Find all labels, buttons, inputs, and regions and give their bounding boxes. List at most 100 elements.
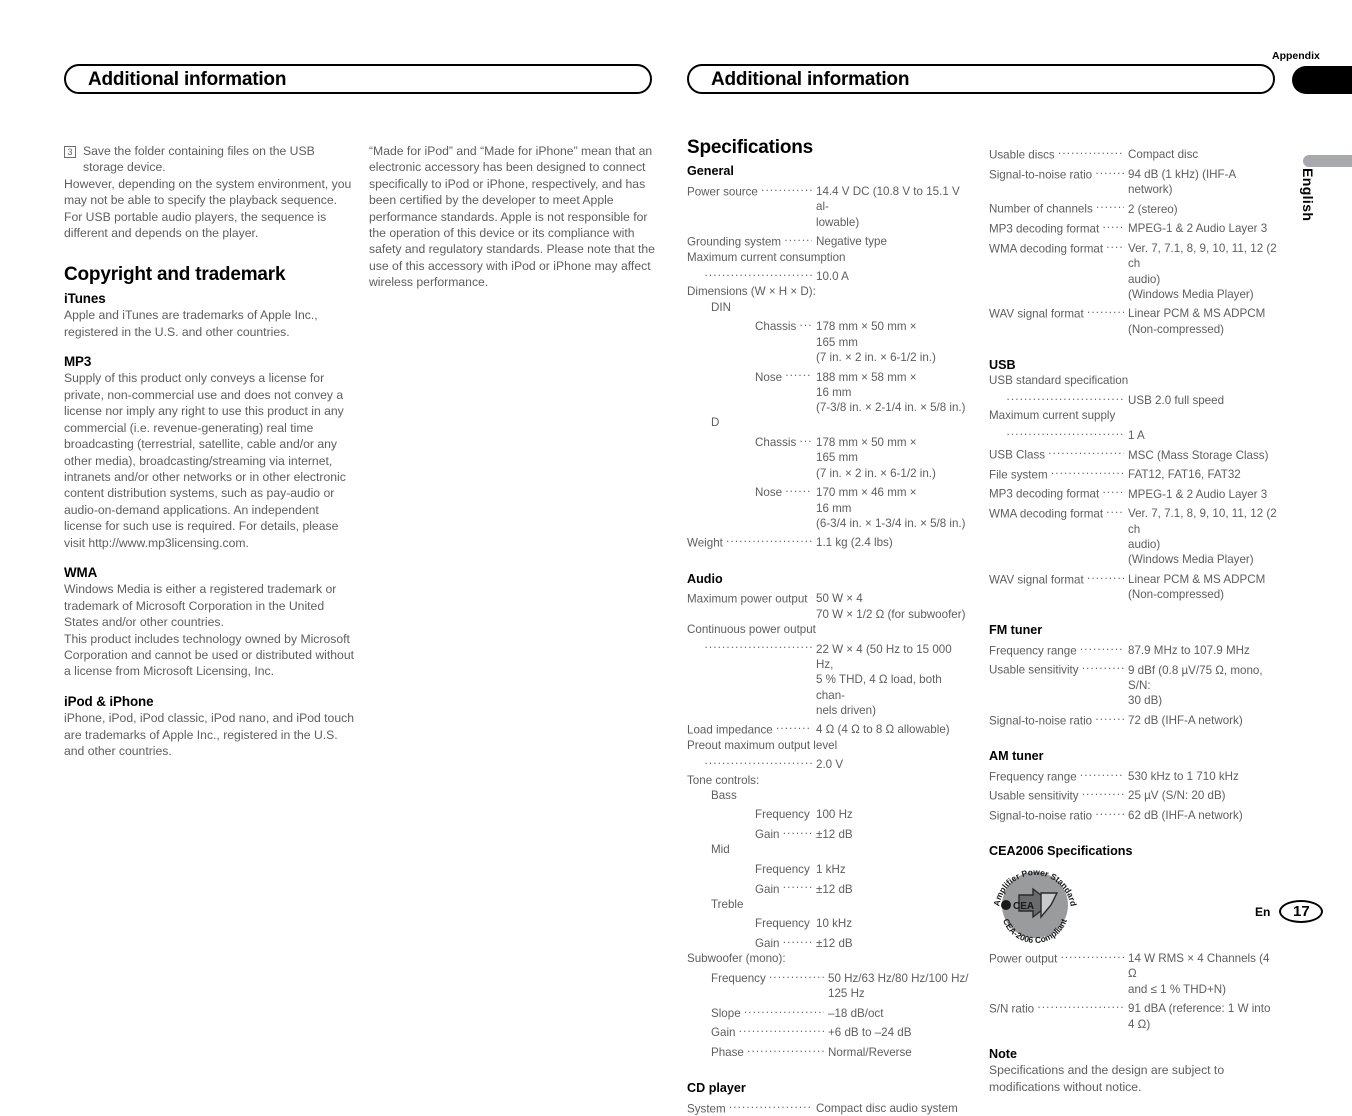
spec-label: Gain (755, 828, 780, 842)
dot-leader: ..... (1106, 237, 1124, 251)
spec-label: Frequency (755, 917, 810, 931)
spec-value: 10.0 A (816, 270, 849, 284)
spec-value-cont: 165 mm (816, 335, 858, 349)
spec-row-cont: (7 in. × 2 in. × 6-1/2 in.) (687, 466, 972, 481)
spec-value: 2.0 V (816, 758, 844, 772)
spec-row: Signal-to-noise ratio ......... 62 dB (I… (989, 804, 1279, 824)
spec-label-standalone: Preout maximum output level (687, 738, 838, 752)
spec-label: Chassis (755, 436, 797, 450)
spec-label: Power source (687, 185, 758, 199)
spec-label: WMA decoding format (989, 507, 1104, 521)
note-body: Specifications and the design are subjec… (989, 1063, 1225, 1094)
spec-row: .................................. 2.0 V (687, 753, 972, 773)
spec-label-din: DIN (711, 300, 731, 314)
spec-value-cont: 4 Ω) (1128, 1017, 1151, 1031)
subsection-body-ipod-iphone: iPhone, iPod, iPod classic, iPod nano, a… (64, 711, 354, 758)
dot-leader: ................. (782, 932, 812, 946)
spec-value: MSC (Mass Storage Class) (1128, 448, 1269, 462)
side-language-label: English (1300, 168, 1316, 222)
spec-row: WAV signal format ........... Linear PCM… (989, 302, 1279, 322)
dot-leader: ................................... (1006, 424, 1124, 438)
spec-label: USB Class (989, 448, 1046, 462)
section-title-copyright: Copyright and trademark (64, 264, 286, 286)
subsection-title-itunes: iTunes (64, 290, 106, 306)
spec-value: Ver. 7, 7.1, 8, 9, 10, 11, 12 (2 ch (1128, 241, 1277, 271)
column-three: Specifications General Power source ....… (687, 137, 972, 1116)
column-two: “Made for iPod” and “Made for iPhone” me… (369, 143, 659, 291)
spec-row: MP3 decoding format ...... MPEG-1 & 2 Au… (989, 482, 1279, 502)
spec-value: ±12 dB (816, 937, 853, 951)
spec-row: Slope ....................... –18 dB/oct (687, 1002, 972, 1022)
spec-value: 50 Hz/63 Hz/80 Hz/100 Hz/ (828, 971, 969, 985)
dot-leader: ............................ (726, 532, 812, 546)
spec-row: Gain ................. ±12 dB (687, 877, 972, 897)
spec-label: System (687, 1102, 726, 1115)
paragraph-usb-players: For USB portable audio players, the sequ… (64, 209, 327, 241)
page-header-left: Additional information (64, 64, 652, 94)
spec-row-cont: 70 W × 1/2 Ω (for subwoofer) (687, 607, 972, 622)
spec-table-cd-player: System ........................... Compa… (687, 1097, 972, 1116)
spec-label-tone-controls: Tone controls: (687, 773, 760, 787)
spec-group-general: General (687, 164, 734, 179)
spec-row-cont: and ≤ 1 % THD+N) (989, 982, 1279, 997)
spec-label-d: D (711, 416, 720, 430)
spec-label-standalone: USB standard specification (989, 374, 1129, 388)
spec-value: 72 dB (IHF-A network) (1128, 713, 1243, 727)
dot-leader: .................................. (704, 638, 812, 652)
dot-leader: ............ (1081, 785, 1124, 799)
spec-value: 188 mm × 58 mm × (816, 370, 917, 384)
spec-row-cont: lowable) (687, 215, 972, 230)
spec-row: USB Class ........................ MSC (… (989, 443, 1279, 463)
language-tab-marker (1303, 155, 1352, 167)
spec-value: 1 kHz (816, 862, 846, 876)
dot-leader: ................. (782, 878, 812, 892)
manual-page: Additional information Additional inform… (0, 0, 1352, 1115)
spec-value: ±12 dB (816, 882, 853, 896)
dot-leader: .............. (1079, 765, 1124, 779)
spec-row-cont: (7-3/8 in. × 2-1/4 in. × 5/8 in.) (687, 400, 972, 415)
spec-group-cea2006: CEA2006 Specifications (989, 844, 1133, 859)
spec-row-cont: 165 mm (687, 335, 972, 350)
spec-label: Usable discs (989, 148, 1055, 162)
spec-row: MP3 decoding format ...... MPEG-1 & 2 Au… (989, 217, 1279, 237)
spec-row: Load impedance ............. 4 Ω (4 Ω to… (687, 718, 972, 738)
dot-leader: ................. (782, 823, 812, 837)
dot-leader: ................ (785, 366, 812, 380)
spec-label: Number of channels (989, 202, 1093, 216)
spec-label-treble: Treble (711, 897, 744, 911)
spec-label: Gain (711, 1026, 736, 1040)
dot-leader: ....................... (743, 1002, 824, 1016)
header-right-title: Additional information (711, 69, 910, 90)
spec-row: Gain ................. ±12 dB (687, 823, 972, 843)
spec-row-cont: 125 Hz (687, 986, 972, 1001)
spec-label: Frequency range (989, 769, 1077, 783)
spec-value: Compact disc audio system (816, 1102, 958, 1115)
page-header-right: Additional information (687, 64, 1275, 94)
dot-leader: ............. (799, 316, 812, 330)
spec-value: 94 dB (1 kHz) (IHF-A network) (1128, 167, 1236, 197)
spec-value-cont: 30 dB) (1128, 694, 1163, 708)
spec-label: Frequency range (989, 644, 1077, 658)
spec-value: Linear PCM & MS ADPCM (1128, 307, 1266, 321)
dot-leader: .............. (1079, 639, 1124, 653)
spec-label: Frequency (755, 862, 810, 876)
spec-label-dimensions: Dimensions (W × H × D): (687, 285, 816, 299)
spec-row: Frequency range .............. 530 kHz t… (989, 765, 1279, 785)
subsection-body-wma: Windows Media is either a registered tra… (64, 582, 337, 630)
spec-value: Compact disc (1128, 148, 1199, 162)
dot-leader: ........ (1096, 198, 1124, 212)
spec-value: MPEG-1 & 2 Audio Layer 3 (1128, 222, 1268, 236)
spec-row: S/N ratio .......................... 91 … (989, 997, 1279, 1017)
spec-row: Phase ...................... Normal/Reve… (687, 1041, 972, 1061)
section-title-specifications: Specifications (687, 137, 814, 158)
spec-label: Gain (755, 937, 780, 951)
spec-row: Usable sensitivity ............ 25 µV (S… (989, 784, 1279, 804)
spec-table-usb: USB standard specification .............… (989, 373, 1279, 602)
spec-value: 50 W × 4 (816, 592, 863, 606)
dot-leader: ............. (775, 719, 812, 733)
dot-leader: ............ (784, 231, 812, 244)
spec-row: Chassis ............. 178 mm × 50 mm × (687, 315, 972, 335)
spec-row: Nose ................ 170 mm × 46 mm × (687, 481, 972, 501)
spec-value: Negative type (816, 235, 887, 249)
spec-group-am-tuner: AM tuner (989, 749, 1044, 764)
